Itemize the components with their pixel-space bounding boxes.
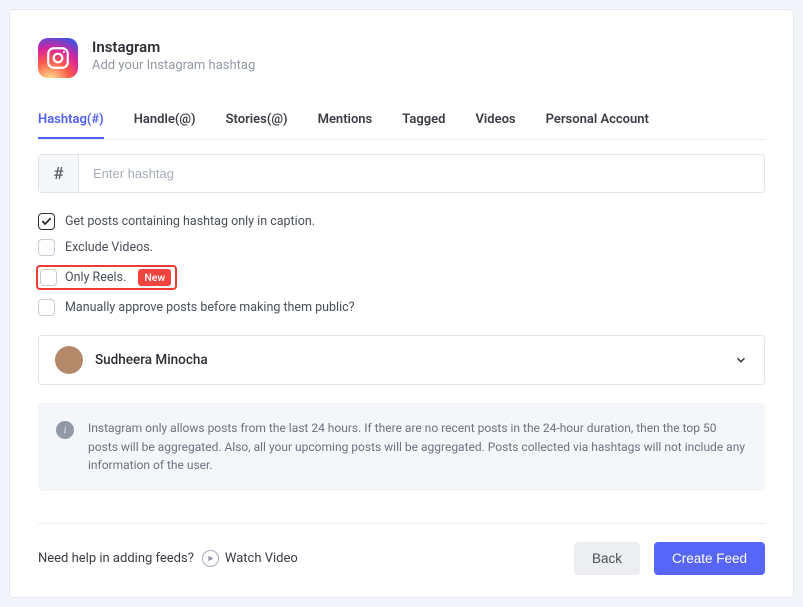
checkbox-exclude-videos[interactable] <box>38 239 55 256</box>
panel-subtitle: Add your Instagram hashtag <box>92 58 255 73</box>
info-icon: i <box>56 421 74 439</box>
panel-title: Instagram <box>92 38 255 56</box>
hash-icon: # <box>39 155 79 192</box>
source-tabs: Hashtag(#) Handle(@) Stories(@) Mentions… <box>38 104 765 140</box>
option-manual-approve: Manually approve posts before making the… <box>38 295 765 321</box>
account-name: Sudheera Minocha <box>95 352 208 368</box>
watch-video-label: Watch Video <box>225 551 298 566</box>
option-label: Only Reels. <box>65 270 126 285</box>
option-label: Manually approve posts before making the… <box>65 300 355 315</box>
help-text: Need help in adding feeds? <box>38 551 194 566</box>
footer-divider <box>38 523 765 524</box>
new-badge: New <box>138 269 171 286</box>
help-section: Need help in adding feeds? Watch Video <box>38 550 298 567</box>
instagram-logo <box>38 38 78 78</box>
option-only-reels-row: Only Reels. New <box>38 261 765 295</box>
info-text: Instagram only allows posts from the las… <box>88 419 747 475</box>
option-caption-only: Get posts containing hashtag only in cap… <box>38 209 765 235</box>
tab-personal-account[interactable]: Personal Account <box>546 104 649 139</box>
checkbox-only-reels[interactable] <box>40 269 57 286</box>
account-selector[interactable]: Sudheera Minocha <box>38 335 765 385</box>
tab-mentions[interactable]: Mentions <box>318 104 373 139</box>
option-label: Get posts containing hashtag only in cap… <box>65 214 315 229</box>
checkbox-manual-approve[interactable] <box>38 299 55 316</box>
options-list: Get posts containing hashtag only in cap… <box>38 209 765 321</box>
watch-video-link[interactable]: Watch Video <box>202 550 298 567</box>
create-feed-panel: Instagram Add your Instagram hashtag Has… <box>9 9 794 598</box>
create-feed-button[interactable]: Create Feed <box>654 542 765 575</box>
only-reels-highlight: Only Reels. New <box>36 265 177 290</box>
option-label: Exclude Videos. <box>65 240 153 255</box>
tab-hashtag[interactable]: Hashtag(#) <box>38 104 104 139</box>
tab-videos[interactable]: Videos <box>475 104 515 139</box>
tab-stories[interactable]: Stories(@) <box>226 104 288 139</box>
info-box: i Instagram only allows posts from the l… <box>38 403 765 491</box>
panel-footer: Need help in adding feeds? Watch Video B… <box>38 542 765 575</box>
chevron-down-icon <box>734 353 748 367</box>
tab-tagged[interactable]: Tagged <box>402 104 445 139</box>
back-button[interactable]: Back <box>574 542 640 575</box>
tab-handle[interactable]: Handle(@) <box>134 104 196 139</box>
option-exclude-videos: Exclude Videos. <box>38 235 765 261</box>
play-icon <box>202 550 219 567</box>
panel-header: Instagram Add your Instagram hashtag <box>38 38 765 78</box>
avatar <box>55 346 83 374</box>
checkbox-caption-only[interactable] <box>38 213 55 230</box>
hashtag-input[interactable] <box>79 155 764 192</box>
hashtag-input-row: # <box>38 154 765 193</box>
